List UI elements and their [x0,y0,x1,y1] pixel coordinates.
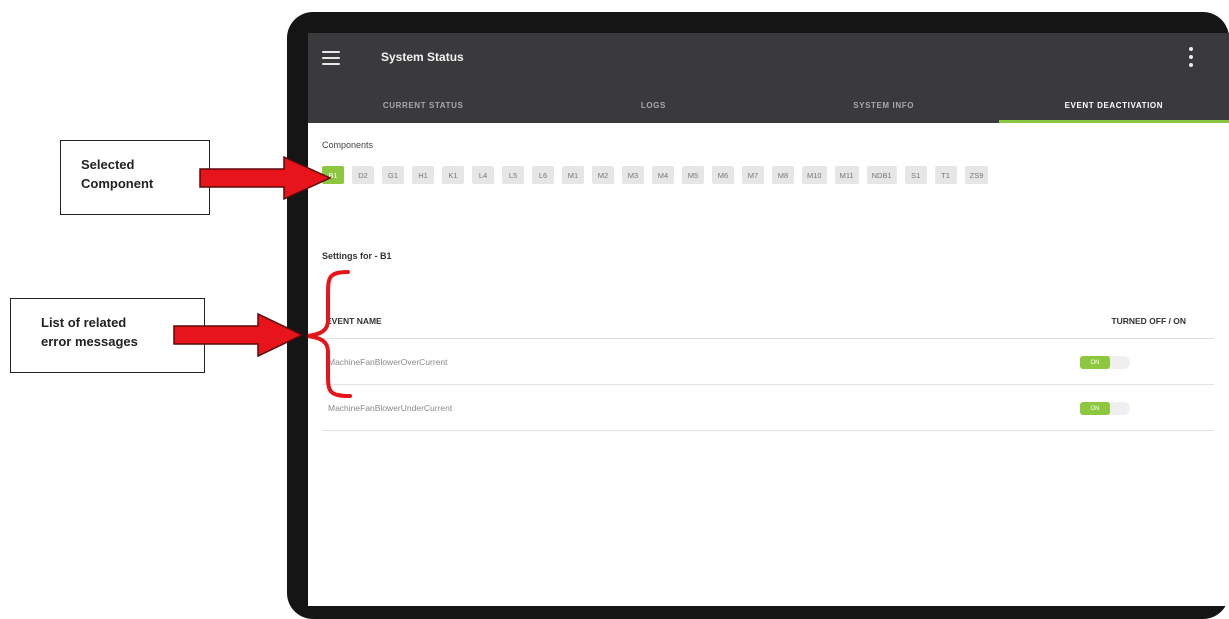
pointer-arrow-icon [199,155,332,201]
component-chip[interactable]: M3 [622,166,644,184]
component-chip[interactable]: M10 [802,166,827,184]
component-chip[interactable]: M8 [772,166,794,184]
component-chip[interactable]: L4 [472,166,494,184]
component-chip[interactable]: NDB1 [866,166,897,184]
tab-logs[interactable]: LOGS [538,88,768,123]
tab-current-status[interactable]: CURRENT STATUS [308,88,538,123]
callout-selected-component: Selected Component [60,140,210,215]
toggle-on-indicator: ON [1080,402,1110,415]
component-chip-list: B1 D2 G1 H1 K1 L4 L5 L6 M1 M2 M3 M4 M5 M6 M7 M8 M10 M11 ND… [322,166,1202,184]
toggle-on-indicator: ON [1080,356,1110,369]
component-chip[interactable]: H1 [412,166,434,184]
tab-system-info[interactable]: SYSTEM INFO [769,88,999,123]
app-title: System Status [381,50,464,64]
table-row: MachineFanBlowerUnderCurrent ON [322,385,1214,431]
table-header: EVENT NAME TURNED OFF / ON [322,301,1214,339]
components-label: Components [322,140,374,150]
app-screen: System Status CURRENT STATUS LOGS SYSTEM… [308,33,1229,606]
app-bar: System Status [308,33,1229,88]
component-chip[interactable]: K1 [442,166,464,184]
component-chip[interactable]: G1 [382,166,404,184]
component-chip[interactable]: M6 [712,166,734,184]
component-chip[interactable]: T1 [934,166,957,184]
component-chip[interactable]: M7 [742,166,764,184]
tab-event-deactivation[interactable]: EVENT DEACTIVATION [998,88,1229,123]
curly-brace-icon [307,270,352,398]
component-chip[interactable]: M5 [682,166,704,184]
component-chip[interactable]: M11 [834,166,859,184]
more-options-icon[interactable] [1189,47,1193,71]
event-name: MachineFanBlowerUnderCurrent [328,403,453,413]
settings-label: Settings for - B1 [322,251,392,261]
menu-icon[interactable] [322,51,340,65]
table-row: MachineFanBlowerOverCurrent ON [322,339,1214,385]
component-chip[interactable]: M1 [562,166,584,184]
event-toggle-switch[interactable]: ON [1080,356,1130,369]
column-header-toggle: TURNED OFF / ON [1111,316,1186,326]
component-chip[interactable]: L6 [532,166,554,184]
component-chip[interactable]: ZS9 [964,166,989,184]
event-toggle-switch[interactable]: ON [1080,402,1130,415]
component-chip[interactable]: M4 [652,166,674,184]
component-chip[interactable]: L5 [502,166,524,184]
component-chip[interactable]: D2 [352,166,374,184]
callout-line: Component [81,176,154,191]
component-chip[interactable]: S1 [904,166,927,184]
tab-bar: CURRENT STATUS LOGS SYSTEM INFO EVENT DE… [308,88,1229,123]
callout-line: Selected [81,157,135,172]
component-chip[interactable]: M2 [592,166,614,184]
pointer-arrow-icon [173,312,304,358]
